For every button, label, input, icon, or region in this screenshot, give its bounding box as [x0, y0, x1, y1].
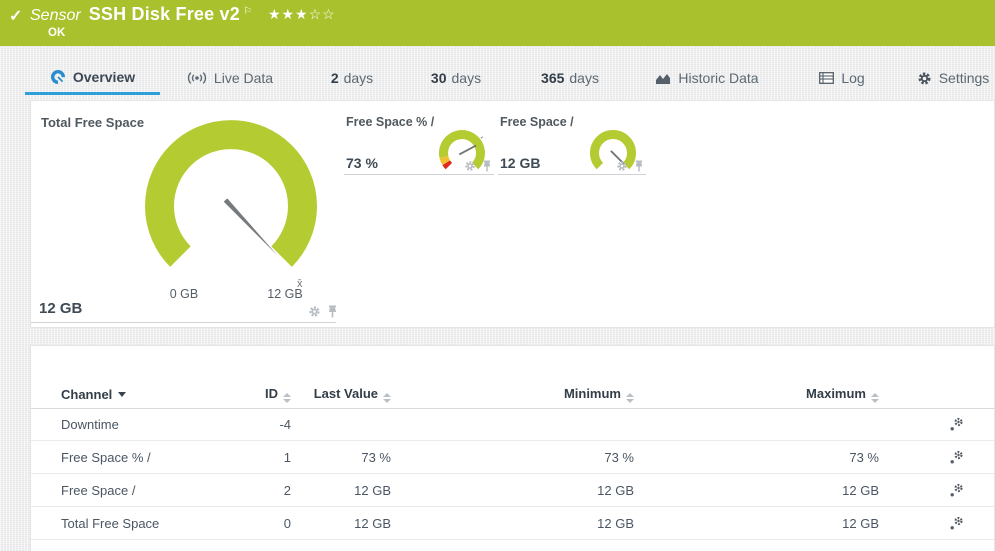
cell-last-value: 73 % — [291, 450, 391, 465]
sensor-title: SSH Disk Free v2 — [89, 4, 240, 25]
sort-icon — [283, 393, 291, 403]
tab-2-days-number: 2 — [331, 70, 339, 86]
tab-historic-data-label: Historic Data — [678, 70, 758, 86]
free-space-value: 12 GB — [500, 155, 540, 171]
cell-channel: Free Space % / — [61, 450, 241, 465]
tab-overview[interactable]: Overview — [25, 61, 160, 95]
table-row-free-space[interactable]: Free Space / 2 12 GB 12 GB 12 GB — [31, 475, 994, 507]
free-space-title: Free Space / — [500, 115, 574, 129]
tab-2-days-unit: days — [344, 70, 374, 86]
tab-2-days[interactable]: 2 days — [320, 61, 384, 95]
channel-settings-icon[interactable] — [949, 516, 964, 531]
column-header-minimum[interactable]: Minimum — [391, 386, 634, 403]
object-kind-label: Sensor — [30, 7, 81, 25]
cell-id: 0 — [241, 516, 291, 531]
status-ok-check-icon: ✓ — [9, 6, 22, 26]
cell-last-value: 12 GB — [291, 516, 391, 531]
cell-maximum: 12 GB — [634, 516, 879, 531]
free-space-pct-title: Free Space % / — [346, 115, 434, 129]
cell-channel: Total Free Space — [61, 516, 241, 531]
sort-icon — [626, 393, 634, 403]
tab-365-days-number: 365 — [541, 70, 564, 86]
gauge-needle — [459, 146, 476, 155]
tab-live-data-label: Live Data — [214, 70, 273, 86]
gauge-max-label: 12 GB — [255, 287, 315, 301]
column-header-id[interactable]: ID — [241, 386, 291, 403]
prtg-sensor-page: ✓ Sensor SSH Disk Free v2 ⚐ ★★★☆☆ OK Ove… — [0, 0, 995, 551]
cell-channel: Downtime — [61, 417, 241, 432]
channel-table-header: Channel ID Last Value Minimum Maximum — [31, 380, 994, 409]
tab-30-days[interactable]: 30 days — [420, 61, 492, 95]
gauge-settings-gear-icon[interactable] — [464, 160, 476, 172]
total-free-space-gauge: x̄ — [131, 106, 331, 306]
sort-icon — [871, 393, 879, 403]
cell-id: -4 — [241, 417, 291, 432]
tab-log-label: Log — [841, 70, 864, 86]
tab-log[interactable]: Log — [813, 61, 871, 95]
gauge-min-label: 0 GB — [154, 287, 214, 301]
channel-settings-icon[interactable] — [949, 450, 964, 465]
stars-empty: ☆☆ — [309, 6, 336, 22]
free-space-pct-value: 73 % — [346, 155, 378, 171]
cell-id: 1 — [241, 450, 291, 465]
cell-minimum: 12 GB — [391, 483, 634, 498]
cell-id: 2 — [241, 483, 291, 498]
cell-minimum: 73 % — [391, 450, 634, 465]
cell-maximum: 73 % — [634, 450, 879, 465]
gauge-settings-gear-icon[interactable] — [616, 160, 628, 172]
tab-30-days-number: 30 — [431, 70, 447, 86]
log-icon — [819, 72, 834, 84]
gauge-needle — [224, 198, 278, 255]
gauge-pin-icon[interactable] — [327, 305, 338, 318]
gauge-pin-icon[interactable] — [482, 160, 492, 172]
gauge-average-tick — [481, 137, 483, 139]
tab-settings-label: Settings — [939, 70, 990, 86]
tab-365-days[interactable]: 365 days — [530, 61, 610, 95]
main-gauge-value: 12 GB — [39, 300, 82, 317]
main-gauge-title: Total Free Space — [41, 115, 144, 130]
historic-chart-icon — [655, 72, 671, 85]
cell-minimum: 12 GB — [391, 516, 634, 531]
tab-overview-label: Overview — [73, 69, 135, 85]
cell-maximum: 12 GB — [634, 483, 879, 498]
tab-365-days-unit: days — [569, 70, 599, 86]
stars-filled: ★★★ — [268, 6, 309, 22]
sort-icon — [383, 393, 391, 403]
sort-desc-icon — [118, 392, 126, 397]
column-header-last-value[interactable]: Last Value — [291, 386, 391, 403]
cell-last-value: 12 GB — [291, 483, 391, 498]
channel-table-panel: Channel ID Last Value Minimum Maximum Do… — [30, 345, 995, 551]
flag-icon[interactable]: ⚐ — [243, 6, 252, 17]
sensor-status-text: OK — [48, 27, 65, 39]
tab-live-data[interactable]: Live Data — [180, 61, 280, 95]
gear-icon — [917, 71, 932, 86]
column-header-maximum[interactable]: Maximum — [634, 386, 879, 403]
column-header-channel[interactable]: Channel — [61, 387, 241, 402]
gauge-icon — [50, 69, 66, 85]
tab-30-days-unit: days — [452, 70, 482, 86]
live-data-icon — [187, 71, 207, 85]
main-gauge-card: Total Free Space x̄ 0 GB 12 GB 12 GB — [31, 101, 336, 323]
overview-gauges-panel: Total Free Space x̄ 0 GB 12 GB 12 GB — [30, 100, 995, 328]
table-row-free-space-pct[interactable]: Free Space % / 1 73 % 73 % 73 % — [31, 442, 994, 474]
free-space-card: Free Space / 12 GB — [498, 115, 646, 175]
cell-channel: Free Space / — [61, 483, 241, 498]
tab-historic-data[interactable]: Historic Data — [648, 61, 766, 95]
free-space-pct-card: Free Space % / 73 % — [344, 115, 494, 175]
priority-stars[interactable]: ★★★☆☆ — [268, 6, 336, 23]
table-row-total-free-space[interactable]: Total Free Space 0 12 GB 12 GB 12 GB — [31, 508, 994, 540]
sensor-status-header: ✓ Sensor SSH Disk Free v2 ⚐ ★★★☆☆ OK — [0, 0, 995, 46]
tab-settings[interactable]: Settings — [912, 61, 994, 95]
gauge-pin-icon[interactable] — [634, 160, 644, 172]
channel-settings-icon[interactable] — [949, 417, 964, 432]
channel-settings-icon[interactable] — [949, 483, 964, 498]
table-row-downtime[interactable]: Downtime -4 — [31, 409, 994, 441]
gauge-settings-gear-icon[interactable] — [308, 305, 321, 318]
